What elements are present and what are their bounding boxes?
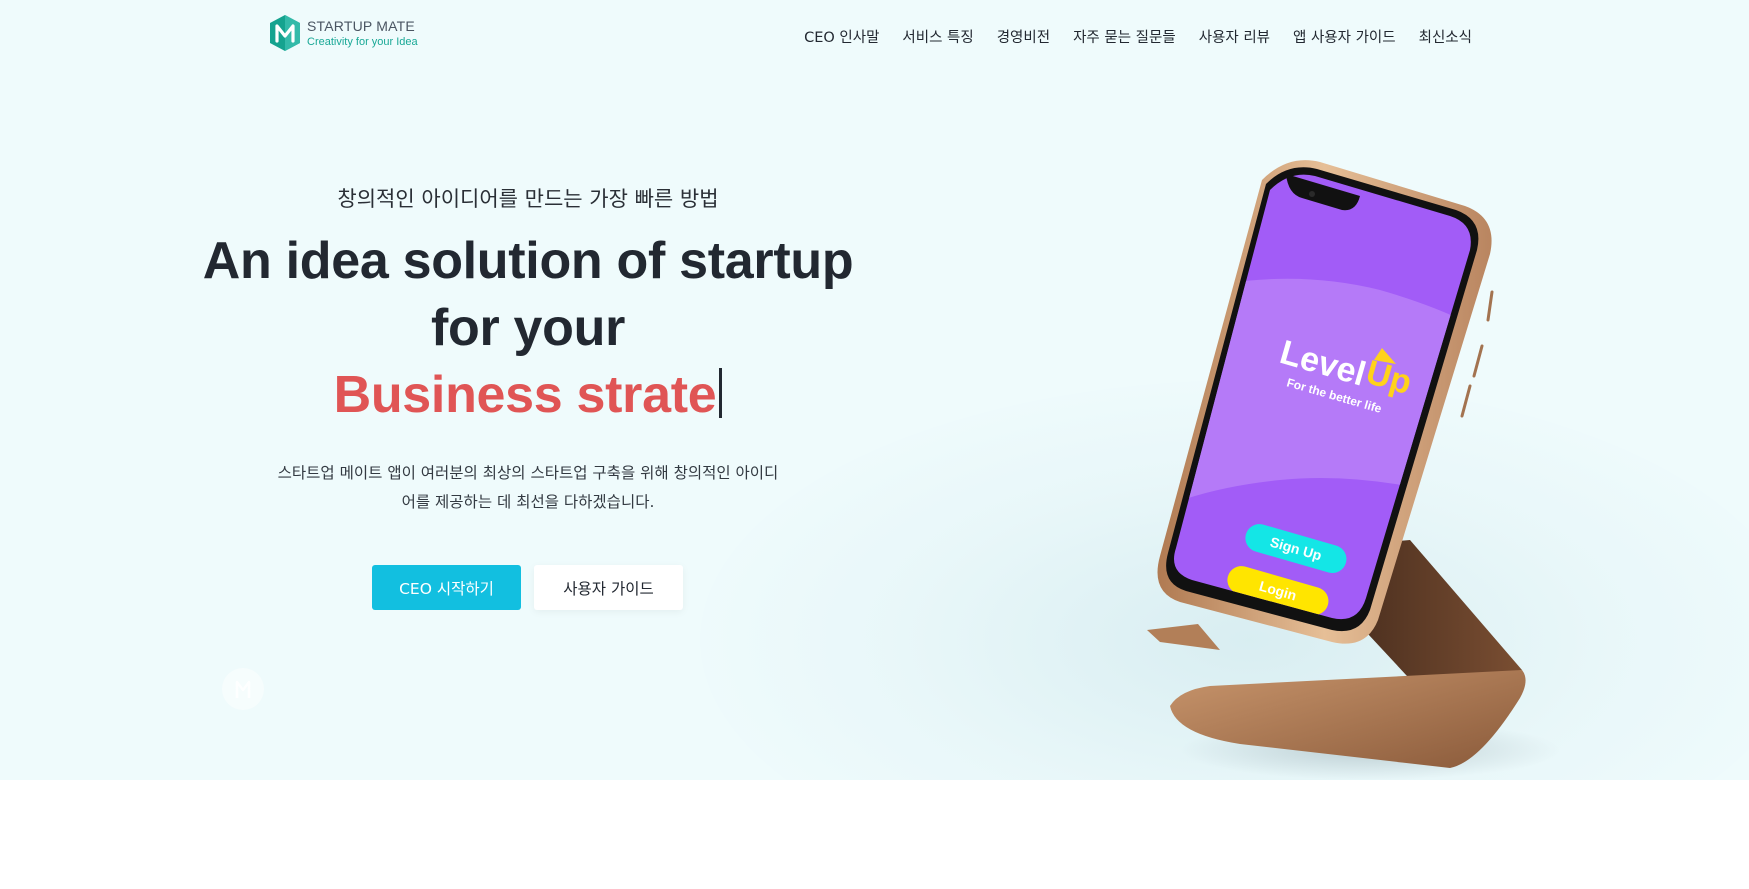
nav-link-service-features[interactable]: 서비스 특징 [902, 26, 973, 47]
brand-tagline: Creativity for your Idea [307, 35, 418, 48]
phone-on-stand-illustration: Level Up For the better life Sign Up Log… [1147, 160, 1560, 780]
nav-link-ceo-greeting[interactable]: CEO 인사말 [804, 26, 879, 47]
typing-caret [719, 368, 723, 418]
ceo-start-button[interactable]: CEO 시작하기 [372, 565, 521, 610]
description-line-1: 스타트업 메이트 앱이 여러분의 최상의 스타트업 구축을 위해 창의적인 아이… [277, 464, 779, 482]
side-button-3 [1460, 384, 1472, 418]
hero-description: 스타트업 메이트 앱이 여러분의 최상의 스타트업 구축을 위해 창의적인 아이… [243, 459, 813, 517]
nav-link-latest-news[interactable]: 최신소식 [1419, 26, 1472, 47]
main-navigation: CEO 인사말 서비스 특징 경영비전 자주 묻는 질문들 사용자 리뷰 앱 사… [804, 26, 1472, 47]
brand-logo[interactable]: STARTUP MATE Creativity for your Idea [268, 14, 418, 52]
hero-cta-group: CEO 시작하기 사용자 가이드 [372, 565, 683, 610]
hero-headline: An idea solution of startup for your Bus… [178, 228, 878, 429]
below-fold-area [0, 780, 1749, 889]
brand-text: STARTUP MATE Creativity for your Idea [307, 18, 418, 49]
nav-link-app-user-guide[interactable]: 앱 사용자 가이드 [1293, 26, 1396, 47]
headline-line-2: for your [430, 299, 626, 357]
side-button-2 [1472, 344, 1484, 378]
nav-link-management-vision[interactable]: 경영비전 [997, 26, 1050, 47]
hero-section: STARTUP MATE Creativity for your Idea CE… [0, 0, 1749, 780]
description-line-2: 어를 제공하는 데 최선을 다하겠습니다. [401, 493, 655, 511]
headline-typed-line: Business strate [178, 362, 878, 429]
startup-mate-logo-icon [270, 15, 300, 51]
user-guide-button[interactable]: 사용자 가이드 [534, 565, 683, 610]
headline-line-1: An idea solution of startup [202, 232, 854, 290]
page: STARTUP MATE Creativity for your Idea CE… [0, 0, 1749, 889]
faint-logo-icon [235, 680, 251, 698]
front-camera [1309, 191, 1315, 197]
side-button-1 [1486, 290, 1494, 322]
hero-subtitle: 창의적인 아이디어를 만드는 가장 빠른 방법 [337, 187, 719, 211]
nav-link-user-reviews[interactable]: 사용자 리뷰 [1199, 26, 1270, 47]
stand-lip [1147, 624, 1220, 650]
nav-link-faq[interactable]: 자주 묻는 질문들 [1073, 26, 1176, 47]
brand-title: STARTUP MATE [307, 17, 415, 34]
headline-typed-text: Business strate [333, 366, 717, 424]
